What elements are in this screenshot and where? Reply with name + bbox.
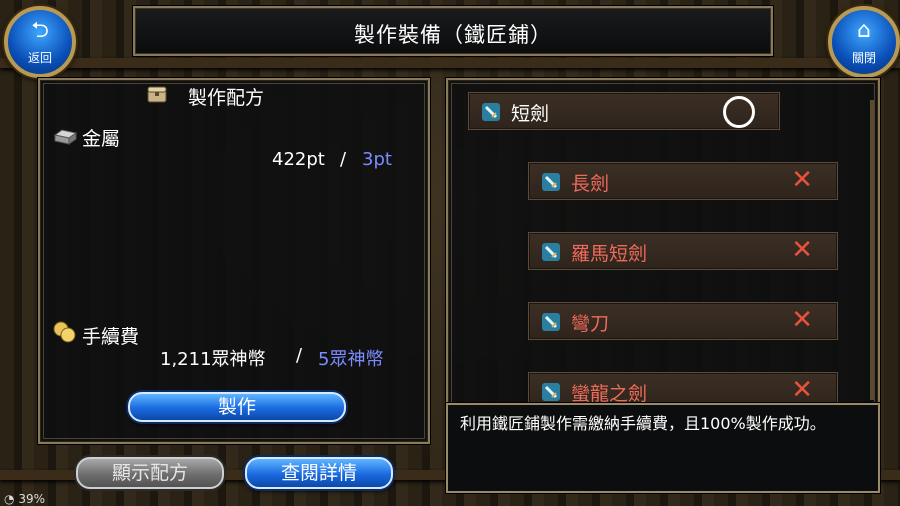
item-name: 短劍	[511, 103, 550, 125]
unavailable-x-icon: ✕	[791, 305, 813, 335]
close-button-label: 關閉	[851, 51, 876, 65]
item-name: 蠻龍之劍	[571, 383, 648, 405]
battery-value: 39%	[18, 492, 45, 506]
title-bar: 製作裝備（鐵匠鋪）	[133, 6, 773, 56]
unavailable-x-icon: ✕	[791, 375, 813, 405]
list-item-short-sword[interactable]: 短劍	[468, 92, 780, 130]
metal-ingot-icon	[53, 129, 78, 145]
recipe-heading: 製作配方	[188, 87, 265, 109]
item-name: 羅馬短劍	[571, 243, 648, 265]
unavailable-x-icon: ✕	[791, 165, 813, 195]
metal-separator: /	[340, 149, 347, 170]
back-arrow-icon: ⮌	[31, 18, 49, 43]
battery-icon: ◔	[4, 492, 15, 506]
home-icon: ⌂	[857, 18, 871, 43]
sword-icon	[542, 243, 560, 261]
unavailable-x-icon: ✕	[791, 235, 813, 265]
list-item-long-sword[interactable]: 長劍 ✕	[528, 162, 838, 200]
coin-icon	[53, 321, 76, 343]
fee-need-value: 5眾神幣	[318, 349, 384, 370]
sword-icon	[542, 313, 560, 331]
list-scrollbar[interactable]	[870, 100, 874, 400]
available-circle-icon	[723, 96, 755, 128]
recipe-chest-icon	[147, 86, 167, 103]
list-item-scimitar[interactable]: 彎刀 ✕	[528, 302, 838, 340]
shelf-decoration	[0, 58, 900, 68]
make-button[interactable]: 製作	[128, 392, 346, 422]
item-name: 彎刀	[571, 313, 610, 335]
battery-status: ◔ 39%	[4, 492, 45, 506]
metal-label: 金屬	[82, 128, 121, 150]
list-item-gladius[interactable]: 羅馬短劍 ✕	[528, 232, 838, 270]
back-button-label: 返回	[27, 51, 52, 65]
metal-have-value: 422pt	[272, 149, 325, 170]
fee-label: 手續費	[82, 326, 140, 348]
close-button[interactable]: ⌂ 關閉	[828, 6, 900, 78]
show-recipe-button[interactable]: 顯示配方	[76, 457, 224, 489]
item-name: 長劍	[571, 173, 610, 195]
fee-separator: /	[296, 345, 303, 366]
sword-icon	[542, 173, 560, 191]
info-tooltip: 利用鐵匠鋪製作需繳納手續費，且100%製作成功。	[446, 403, 880, 493]
view-details-button[interactable]: 查閱詳情	[245, 457, 393, 489]
metal-need-value: 3pt	[362, 149, 392, 170]
back-button[interactable]: ⮌ 返回	[4, 6, 76, 78]
sword-icon	[482, 103, 500, 121]
sword-icon	[542, 383, 560, 401]
tooltip-text: 利用鐵匠鋪製作需繳納手續費，且100%製作成功。	[460, 414, 826, 433]
page-title: 製作裝備（鐵匠鋪）	[354, 23, 552, 47]
fee-have-value: 1,211眾神幣	[160, 349, 266, 370]
